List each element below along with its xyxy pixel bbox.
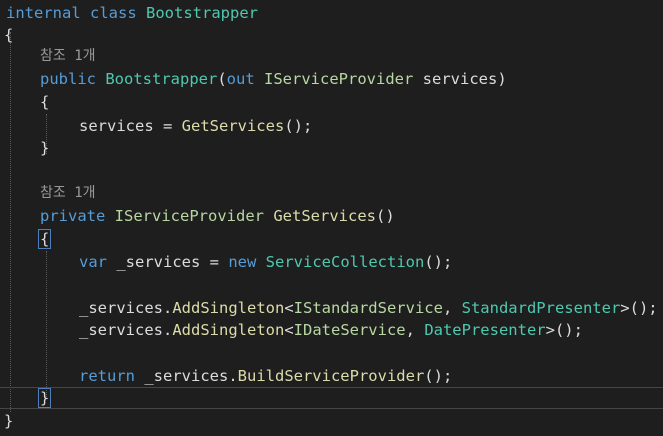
buildserviceprovider-call[interactable]: BuildServiceProvider <box>238 367 425 385</box>
constructor-name[interactable]: Bootstrapper <box>105 70 217 88</box>
services-object: _services. <box>135 367 238 385</box>
code-line-class-close-brace[interactable]: } <box>4 410 13 432</box>
keyword-internal-class: internal class <box>6 4 137 22</box>
param-name: services <box>413 70 498 88</box>
stmt-end: >(); <box>620 299 658 317</box>
code-line-add-standard[interactable]: _services.AddSingleton<IStandardService,… <box>79 297 658 319</box>
istandardservice-type[interactable]: IStandardService <box>294 299 443 317</box>
code-line-ctor-open-brace[interactable]: { <box>40 91 49 113</box>
code-line-ctor-close-brace[interactable]: } <box>40 137 49 159</box>
current-line-highlight <box>0 387 663 409</box>
ctor-open-brace: { <box>40 93 50 111</box>
keyword-return: return <box>79 367 135 385</box>
method-name[interactable]: GetServices <box>273 207 376 225</box>
class-open-brace: { <box>4 26 14 44</box>
keyword-private: private <box>40 207 106 225</box>
generic-comma: , <box>442 299 462 317</box>
code-line-method-open-brace[interactable]: { <box>38 228 52 250</box>
keyword-var: var <box>79 253 107 271</box>
paren-close: ) <box>497 70 507 88</box>
indent-guide <box>46 251 47 397</box>
ctor-close-brace: } <box>40 139 50 157</box>
codelens-references-text[interactable]: 참조 1개 <box>40 48 96 64</box>
code-line-method-signature[interactable]: private IServiceProvider GetServices() <box>40 205 395 227</box>
generic-open: < <box>284 299 294 317</box>
code-line-class-declaration[interactable]: internal class Bootstrapper <box>6 2 258 24</box>
method-parens: () <box>375 207 395 225</box>
generic-comma: , <box>405 321 425 339</box>
indent-guide <box>10 32 11 412</box>
paren-open: ( <box>217 70 227 88</box>
code-editor[interactable]: internal class Bootstrapper { 참조 1개 publ… <box>0 0 663 436</box>
addsingleton-call[interactable]: AddSingleton <box>172 321 284 339</box>
code-line-open-brace[interactable]: { <box>4 24 13 46</box>
code-line-add-date[interactable]: _services.AddSingleton<IDateService, Dat… <box>79 319 583 341</box>
codelens-references[interactable]: 참조 1개 <box>40 182 96 204</box>
code-line-constructor[interactable]: public Bootstrapper(out IServiceProvider… <box>40 68 507 90</box>
class-name[interactable]: Bootstrapper <box>146 4 258 22</box>
services-variable: _services = <box>107 253 229 271</box>
codelens-references[interactable]: 참조 1개 <box>40 45 96 67</box>
servicecollection-type[interactable]: ServiceCollection <box>266 253 425 271</box>
param-type[interactable]: IServiceProvider <box>264 70 413 88</box>
code-line-return[interactable]: return _services.BuildServiceProvider(); <box>79 365 452 387</box>
getservices-call[interactable]: GetServices <box>182 117 285 135</box>
method-close-brace-highlighted: } <box>38 388 52 408</box>
addsingleton-call[interactable]: AddSingleton <box>172 299 284 317</box>
stmt-end: >(); <box>545 321 583 339</box>
stmt-end: (); <box>424 367 453 385</box>
services-object: _services. <box>79 321 173 339</box>
datepresenter-type[interactable]: DatePresenter <box>424 321 545 339</box>
code-line-var-services[interactable]: var _services = new ServiceCollection(); <box>79 251 452 273</box>
services-assignment: services = <box>79 117 182 135</box>
call-end: (); <box>284 117 313 135</box>
return-type[interactable]: IServiceProvider <box>115 207 264 225</box>
keyword-public: public <box>40 70 96 88</box>
generic-open: < <box>284 321 294 339</box>
keyword-new: new <box>228 253 257 271</box>
idateservice-type[interactable]: IDateService <box>294 321 406 339</box>
class-close-brace: } <box>4 412 14 430</box>
stmt-end: (); <box>424 253 453 271</box>
method-open-brace-highlighted: { <box>38 229 52 249</box>
services-object: _services. <box>79 299 173 317</box>
standardpresenter-type[interactable]: StandardPresenter <box>462 299 621 317</box>
codelens-references-text[interactable]: 참조 1개 <box>40 185 96 201</box>
code-line-method-close-brace[interactable]: } <box>38 387 52 409</box>
keyword-out: out <box>226 70 255 88</box>
code-line-ctor-body[interactable]: services = GetServices(); <box>79 115 312 137</box>
